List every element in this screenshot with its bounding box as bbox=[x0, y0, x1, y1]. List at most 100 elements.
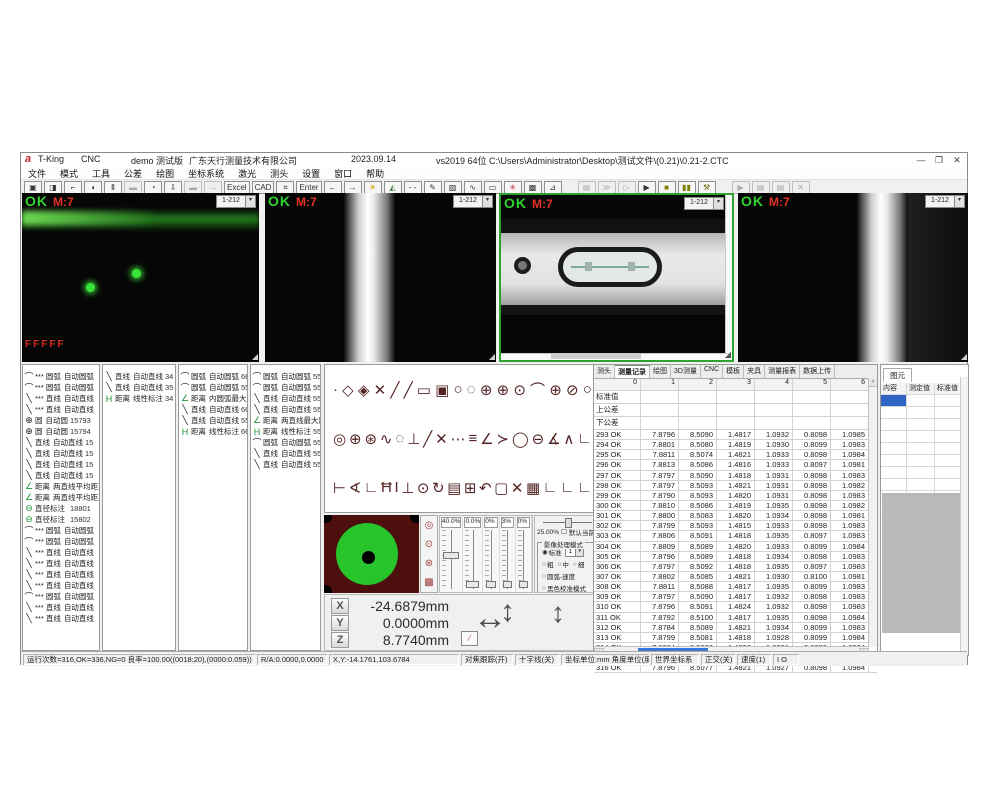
feature-item[interactable]: ╲*** 直线自动直线 bbox=[23, 602, 99, 613]
menu-item-测头[interactable]: 测头 bbox=[263, 167, 295, 180]
close-button[interactable]: ✕ bbox=[949, 154, 965, 167]
minimize-button[interactable]: — bbox=[913, 154, 929, 167]
menu-item-模式[interactable]: 模式 bbox=[53, 167, 85, 180]
tool-icon[interactable]: ⊞ bbox=[464, 479, 477, 497]
slider-thumb[interactable] bbox=[443, 552, 459, 559]
light-slider[interactable]: 0% bbox=[516, 516, 532, 592]
feature-item[interactable]: ╲直线自动直线15 bbox=[23, 448, 99, 459]
feature-item[interactable]: ⊕圆自动圆15794 bbox=[23, 426, 99, 437]
feature-item[interactable]: ╲直线自动直线15 bbox=[23, 437, 99, 448]
tool-icon[interactable]: ⊙ bbox=[513, 381, 526, 399]
tool-icon[interactable]: ↻ bbox=[432, 479, 445, 497]
camera-horizontal-scrollbar[interactable] bbox=[501, 353, 729, 360]
feature-item[interactable]: ╲直线自动直线15 bbox=[23, 470, 99, 481]
feature-item[interactable]: ⌒*** 圆弧自动圆弧 bbox=[23, 371, 99, 382]
table-row[interactable]: 310 OK7.87968.50911.48241.09320.80981.09… bbox=[594, 602, 877, 612]
feature-item[interactable]: ⌒圆弧自动圆弧55 bbox=[251, 371, 320, 382]
table-row[interactable]: 313 OK7.87998.50811.48181.09280.80991.09… bbox=[594, 633, 877, 643]
tool-icon[interactable]: ◌ bbox=[395, 430, 404, 447]
elements-row[interactable] bbox=[881, 431, 968, 443]
table-row[interactable]: 295 OK7.88118.50741.48211.09330.80981.09… bbox=[594, 450, 877, 460]
feature-item[interactable]: ╲直线自动直线34 bbox=[103, 371, 175, 382]
feature-item[interactable]: ∠距离两直线最大距离 bbox=[251, 415, 320, 426]
maximize-button[interactable]: ❐ bbox=[931, 154, 947, 167]
chevron-down-icon[interactable]: ▾ bbox=[713, 198, 723, 209]
tool-icon[interactable]: ◇ bbox=[342, 381, 354, 399]
feature-item[interactable]: Η距离线性标注55 bbox=[251, 426, 320, 437]
camera-view-4[interactable]: OK M:7 1-212 ▾ ◢ bbox=[738, 193, 968, 362]
feature-item[interactable]: ╲*** 直线自动直线 bbox=[23, 393, 99, 404]
menu-item-设置[interactable]: 设置 bbox=[295, 167, 327, 180]
table-row[interactable]: 306 OK7.87978.50921.48181.09350.80971.09… bbox=[594, 562, 877, 572]
table-row[interactable]: 301 OK7.88008.50831.48201.09340.80981.09… bbox=[594, 511, 877, 521]
feature-item[interactable]: ∠距离两直线平均距离 bbox=[23, 481, 99, 492]
tool-icon[interactable]: ≡ bbox=[468, 430, 477, 447]
radio-icon[interactable]: ○ bbox=[542, 573, 546, 580]
checkbox-icon[interactable]: ☐ bbox=[561, 528, 567, 536]
tab-3D测量[interactable]: 3D测量 bbox=[671, 365, 701, 378]
tool-icon[interactable]: ∟ bbox=[577, 430, 592, 447]
tool-icon[interactable]: ⊙ bbox=[417, 479, 430, 497]
tool-icon[interactable]: ⊕ bbox=[349, 430, 362, 448]
column-header[interactable]: 4 bbox=[755, 379, 793, 390]
column-header[interactable]: 1 bbox=[641, 379, 679, 390]
tool-icon[interactable]: I bbox=[394, 479, 398, 496]
tool-icon[interactable]: ▢ bbox=[494, 479, 508, 497]
tool-icon[interactable]: ∟ bbox=[577, 479, 592, 496]
column-header[interactable]: 0 bbox=[594, 379, 641, 390]
tool-icon[interactable]: ∟ bbox=[364, 479, 379, 496]
feature-item[interactable]: ⌒圆弧自动圆弧55 bbox=[179, 382, 247, 393]
camera-range-combo[interactable]: 1-212 ▾ bbox=[453, 195, 493, 208]
feature-item[interactable]: ⊖直径标注15802 bbox=[23, 514, 99, 525]
radio-selected-icon[interactable]: ◉ bbox=[542, 548, 548, 556]
tool-icon[interactable]: ◎ bbox=[333, 430, 346, 448]
feature-item[interactable]: ⌒圆弧自动圆弧55 bbox=[251, 382, 320, 393]
tool-icon[interactable]: ∢ bbox=[349, 479, 362, 497]
tool-icon[interactable]: ▣ bbox=[435, 381, 449, 399]
tab-CNC[interactable]: CNC bbox=[701, 365, 723, 378]
table-row[interactable]: 299 OK7.87908.50931.48201.09310.80981.09… bbox=[594, 491, 877, 501]
tab-绘图[interactable]: 绘图 bbox=[650, 365, 671, 378]
tool-icon[interactable]: ∟ bbox=[543, 479, 558, 496]
menu-item-窗口[interactable]: 窗口 bbox=[327, 167, 359, 180]
tool-icon[interactable]: ⊥ bbox=[401, 479, 414, 497]
tool-icon[interactable]: ↶ bbox=[479, 479, 492, 497]
menu-item-公差[interactable]: 公差 bbox=[117, 167, 149, 180]
elements-row[interactable] bbox=[881, 479, 968, 491]
tool-icon[interactable]: ⌒ bbox=[530, 379, 545, 400]
results-grid[interactable]: 0123456标准值上公差下公差293 OK7.87968.50901.4817… bbox=[594, 379, 877, 673]
light-slider[interactable]: 0% bbox=[483, 516, 499, 592]
feature-item[interactable]: ╲直线自动直线55 bbox=[179, 415, 247, 426]
tool-icon[interactable]: ⋯ bbox=[451, 430, 466, 448]
tab-数据上传[interactable]: 数据上传 bbox=[800, 365, 835, 378]
feature-item[interactable]: ⌒*** 圆弧自动圆弧 bbox=[23, 591, 99, 602]
tool-icon[interactable]: ✕ bbox=[435, 430, 448, 448]
feature-item[interactable]: ╲直线自动直线15 bbox=[23, 459, 99, 470]
tool-icon[interactable]: ╱ bbox=[423, 430, 432, 448]
feature-item[interactable]: ⌒圆弧自动圆弧66 bbox=[179, 371, 247, 382]
tool-icon[interactable]: ≻ bbox=[496, 430, 509, 448]
jog-up-down-icon[interactable]: ↕ bbox=[500, 595, 515, 629]
feature-item[interactable]: ╲直线自动直线35 bbox=[103, 382, 175, 393]
feature-item[interactable]: ╲*** 直线自动直线 bbox=[23, 547, 99, 558]
feature-item[interactable]: ╲直线自动直线55 bbox=[251, 404, 320, 415]
tool-icon[interactable]: ◯ bbox=[512, 430, 529, 448]
tool-icon[interactable]: ◌ bbox=[467, 381, 476, 398]
tool-icon[interactable]: ⊕ bbox=[480, 381, 493, 399]
elements-row[interactable] bbox=[881, 395, 968, 407]
feature-list-4[interactable]: ⌒圆弧自动圆弧55⌒圆弧自动圆弧55╲直线自动直线55╲直线自动直线55∠距离两… bbox=[250, 364, 321, 651]
elements-row[interactable] bbox=[881, 407, 968, 419]
tool-icon[interactable]: ▦ bbox=[526, 479, 540, 497]
elements-row[interactable] bbox=[881, 443, 968, 455]
light-slider[interactable]: 40.0% bbox=[440, 516, 463, 592]
column-header[interactable]: 5 bbox=[793, 379, 831, 390]
menu-item-激光[interactable]: 激光 bbox=[231, 167, 263, 180]
camera-range-combo[interactable]: 1-212 ▾ bbox=[684, 197, 724, 210]
feature-list-3[interactable]: ⌒圆弧自动圆弧66⌒圆弧自动圆弧55∠距离内圆弧最大距离╲直线自动直线66╲直线… bbox=[178, 364, 248, 651]
jog-z-icon[interactable]: ↕ bbox=[551, 597, 565, 629]
feature-item[interactable]: ⌒圆弧自动圆弧55 bbox=[251, 437, 320, 448]
tool-icon[interactable]: ⊢ bbox=[333, 479, 346, 497]
resize-grip-icon[interactable]: ◢ bbox=[252, 352, 258, 361]
column-header[interactable]: 2 bbox=[679, 379, 717, 390]
tool-icon[interactable]: ⊕ bbox=[549, 381, 562, 399]
